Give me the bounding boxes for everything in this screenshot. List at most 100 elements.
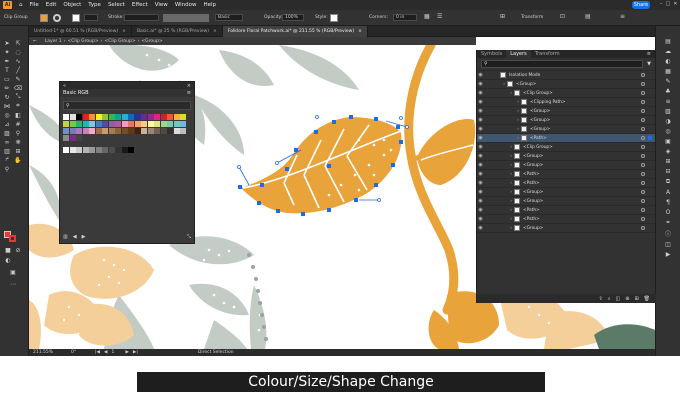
color-swatch[interactable] — [180, 128, 186, 134]
lasso-icon[interactable]: ◌ — [14, 48, 22, 56]
target-circle-icon[interactable] — [641, 154, 645, 158]
target-circle-icon[interactable] — [641, 100, 645, 104]
artboards-icon[interactable]: ⊞ — [665, 158, 670, 165]
previous-artboard-icon[interactable]: ◀ — [104, 350, 107, 355]
fill-swatch[interactable] — [40, 14, 48, 22]
stroke-weight-field[interactable] — [124, 14, 159, 21]
layers-search-field[interactable]: ⚲ — [481, 60, 644, 68]
color-swatch[interactable] — [82, 114, 89, 120]
visibility-eye-icon[interactable]: ◉ — [477, 153, 484, 159]
tab-layers[interactable]: Layers — [506, 50, 531, 58]
target-circle-icon[interactable] — [641, 118, 645, 122]
color-swatch[interactable] — [147, 121, 154, 127]
menu-object[interactable]: Object — [63, 2, 81, 8]
mesh-tool-icon[interactable]: # — [14, 120, 22, 128]
breadcrumb-item[interactable]: <Clip Group> — [104, 39, 135, 44]
eyedropper-icon[interactable]: ⚲ — [14, 129, 22, 137]
target-circle-icon[interactable] — [641, 82, 645, 86]
expand-arrow-icon[interactable]: › — [490, 208, 514, 213]
stroke-color-icon[interactable] — [9, 235, 16, 242]
color-swatch[interactable] — [69, 135, 76, 141]
paragraph-icon[interactable]: ¶ — [666, 199, 670, 206]
live-paint-icon[interactable]: ◧ — [14, 111, 22, 119]
expand-arrow-icon[interactable]: › — [490, 127, 521, 132]
gray-swatch[interactable] — [89, 147, 95, 153]
last-artboard-icon[interactable]: ▶| — [133, 350, 138, 355]
target-circle-icon[interactable] — [641, 172, 645, 176]
visibility-eye-icon[interactable]: ◉ — [477, 117, 484, 123]
visibility-eye-icon[interactable]: ◉ — [477, 108, 484, 114]
color-swatch[interactable] — [134, 114, 141, 120]
expand-arrow-icon[interactable]: › — [490, 136, 521, 141]
gray-swatch[interactable] — [69, 147, 76, 153]
direct-selection-tool-icon[interactable]: ⇱ — [14, 39, 22, 47]
visibility-eye-icon[interactable]: ◉ — [477, 216, 484, 222]
expand-arrow-icon[interactable]: › — [490, 82, 507, 87]
none-color-icon[interactable]: ⊘ — [14, 246, 22, 254]
minimize-icon[interactable]: – — [660, 1, 663, 9]
visibility-eye-icon[interactable]: ◉ — [477, 180, 484, 186]
color-swatch[interactable] — [69, 114, 76, 120]
target-circle-icon[interactable] — [641, 91, 645, 95]
color-swatch[interactable] — [141, 128, 147, 134]
color-swatch[interactable] — [134, 121, 141, 127]
gray-swatch[interactable] — [128, 147, 134, 153]
pen-tool-icon[interactable]: ✒ — [3, 57, 11, 65]
color-swatch[interactable] — [76, 114, 82, 120]
color-swatch[interactable] — [108, 121, 115, 127]
close-tab-icon[interactable]: × — [213, 29, 217, 34]
navigator-icon[interactable]: ◫ — [665, 241, 671, 248]
color-swatch[interactable] — [160, 121, 167, 127]
expand-arrow-icon[interactable]: › — [490, 199, 514, 204]
align-icon[interactable]: ☰ — [437, 13, 447, 23]
target-circle-icon[interactable] — [641, 127, 645, 131]
stroke-color-dropdown[interactable] — [84, 14, 98, 21]
expand-arrow-icon[interactable]: › — [490, 118, 521, 123]
target-circle-icon[interactable] — [641, 190, 645, 194]
layer-row[interactable]: ◉ › <Group> — [477, 116, 655, 125]
share-button[interactable]: Share — [632, 1, 650, 9]
color-swatch[interactable] — [128, 114, 134, 120]
visibility-eye-icon[interactable]: ◉ — [477, 90, 484, 96]
gray-swatch[interactable] — [108, 147, 115, 153]
draw-mode-icon[interactable]: ◐ — [4, 256, 12, 264]
color-swatch[interactable] — [115, 128, 121, 134]
color-swatch[interactable] — [160, 128, 167, 134]
color-icon[interactable]: ◐ — [665, 58, 670, 65]
color-swatch[interactable] — [121, 128, 128, 134]
close-tab-icon[interactable]: × — [122, 29, 126, 34]
layer-row[interactable]: ◉ › <Group> — [477, 224, 655, 233]
pencil-icon[interactable]: ✏ — [3, 84, 11, 92]
libraries-icon[interactable]: ☁ — [665, 48, 671, 55]
magic-wand-icon[interactable]: ✦ — [3, 48, 11, 56]
breadcrumb-item[interactable]: <Group> — [141, 39, 162, 44]
panel-menu-icon[interactable]: ≡ — [187, 90, 191, 96]
swatches-icon[interactable]: ▦ — [665, 68, 671, 75]
new-layer-icon[interactable]: ⊞ — [634, 296, 638, 302]
paintbrush-icon[interactable]: ✎ — [14, 75, 22, 83]
color-swatch[interactable] — [154, 128, 160, 134]
color-swatch[interactable] — [95, 114, 102, 120]
color-swatch[interactable] — [147, 128, 154, 134]
breadcrumb-item[interactable]: Layer 1 — [45, 39, 62, 44]
color-swatch[interactable] — [121, 114, 128, 120]
arrange-icon[interactable]: ▤ — [585, 13, 595, 23]
color-swatch[interactable] — [95, 128, 102, 134]
edit-toolbar-icon[interactable]: ⋯ — [9, 280, 17, 288]
target-icon[interactable] — [53, 14, 61, 22]
brush-definition-field[interactable]: Basic — [215, 14, 243, 21]
layer-row[interactable]: ◉ › <Group> — [477, 152, 655, 161]
pathfinder-icon[interactable]: ⧉ — [666, 178, 670, 186]
visibility-eye-icon[interactable]: ◉ — [477, 207, 484, 213]
color-swatch[interactable] — [141, 114, 147, 120]
expand-arrow-icon[interactable]: › — [490, 217, 514, 222]
info-icon[interactable]: ⓘ — [665, 229, 671, 238]
menu-file[interactable]: File — [30, 2, 39, 8]
symbol-sprayer-icon[interactable]: ❋ — [14, 138, 22, 146]
variable-width-profile[interactable] — [163, 14, 209, 22]
zoom-tool-icon[interactable]: ⚲ — [3, 165, 11, 173]
scale-tool-icon[interactable]: ⤡ — [14, 93, 22, 101]
brushes-icon[interactable]: ✎ — [665, 78, 670, 85]
grid-icon[interactable]: ▦ — [424, 13, 434, 23]
color-swatch[interactable] — [115, 114, 121, 120]
